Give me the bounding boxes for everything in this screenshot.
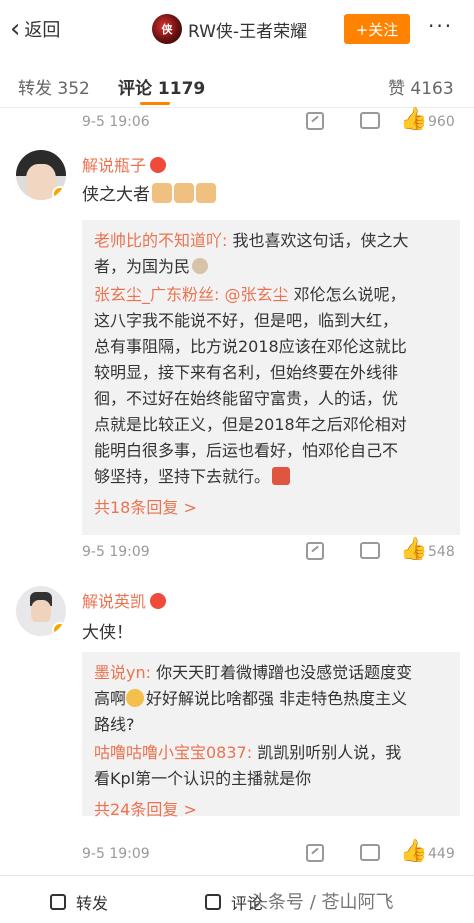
like-icon[interactable]: 👍 [400,108,427,132]
verified-badge-icon [52,186,66,200]
more-replies-link[interactable]: 共18条回复 > [94,494,448,518]
reply-text: 看Kpl第一个认识的主播就是你 [94,769,312,788]
reply-text: 邓伦怎么说呢， [293,285,406,304]
watermark: 头条号 / 苍山阿飞 [250,892,394,913]
back-button[interactable]: ‹ 返回 [10,14,60,44]
comment-author[interactable]: 解说瓶子 [82,152,167,176]
author-name: 解说英凯 [82,592,147,611]
comment-body: 侠之大者 [82,185,150,205]
tab-likes[interactable]: 赞 4163 [388,74,454,99]
back-label: 返回 [24,20,61,41]
comment-stats-row: 9-5 19:09 👍 548 [0,538,474,568]
reply-text: 我也喜欢这句话，侠之大 [232,231,409,250]
author-name: 解说瓶子 [82,156,147,175]
thumbs-up-icon [152,183,172,203]
repost-label: 转发 [76,894,109,913]
comment-date: 9-5 19:09 [82,846,150,862]
repost-button[interactable]: 转发 [50,890,108,914]
account-avatar[interactable]: 侠 [152,14,182,44]
tab-repost[interactable]: 转发 352 [18,74,90,99]
mention-link[interactable]: @张玄尘 [225,285,289,304]
reply-text: 高啊 [94,689,127,708]
comment-date: 9-5 19:09 [82,544,150,560]
comment-icon[interactable] [360,112,380,129]
follow-button[interactable]: +关注 [344,14,410,44]
comment-stats-row: 9-5 19:09 👍 449 [0,840,474,870]
share-icon[interactable] [306,844,324,862]
reply-item[interactable]: 张玄尘_广东粉丝: @张玄尘 邓伦怎么说呢， 这八字我不能说不好，但是吧，临到大… [94,282,448,490]
more-replies-link[interactable]: 共24条回复 > [94,796,448,820]
tab-comments[interactable]: 评论 1179 [118,74,205,99]
like-count: 960 [428,114,455,130]
avatar[interactable] [16,150,66,200]
reply-text: 凯凯别听别人说，我 [257,743,402,762]
avatar[interactable] [16,586,66,636]
thumbs-up-icon [196,183,216,203]
tab-bar: 转发 352 评论 1179 赞 4163 [0,60,474,108]
like-icon[interactable]: 👍 [400,538,427,562]
comment-text: 大侠！ [82,623,133,643]
avatar-face [31,600,51,624]
like-count: 449 [428,846,455,862]
comment-stats-row: 9-5 19:06 👍 960 [0,108,474,138]
comment-author[interactable]: 解说英凯 [82,588,167,612]
medal-icon [150,157,167,173]
share-icon[interactable] [306,112,324,130]
reply-text: 路线? [94,715,135,734]
reply-item[interactable]: 咕噜咕噜小宝宝0837: 凯凯别听别人说，我 看Kpl第一个认识的主播就是你 [94,740,448,792]
reply-text: 徊，不过好在始终能留守富贵，人的话，优 [94,389,399,408]
verified-badge-icon [52,622,66,636]
page-title: RW侠-王者荣耀 [188,22,308,42]
reply-box: 墨说yn: 你天天盯着微博蹭也没感觉话题度变 高啊 好好解说比啥都强 非走特色热度… [82,652,460,819]
reply-user[interactable]: 老帅比的不知道吖: [94,231,227,250]
comment-icon[interactable] [360,542,380,559]
comment-icon [205,894,221,910]
reply-text: 者，为国为民 [94,257,191,276]
chevron-left-icon: ‹ [10,14,21,44]
reply-text: 点就是比较正义，但是2018年之后邓伦相对 [94,415,407,434]
repost-icon [50,894,66,910]
comment-text: 侠之大者 [82,180,216,205]
reply-box: 老帅比的不知道吖: 我也喜欢这句话，侠之大 者，为国为民 张玄尘_广东粉丝: @… [82,220,460,535]
reply-user[interactable]: 张玄尘_广东粉丝: [94,285,219,304]
share-icon[interactable] [306,542,324,560]
account-avatar-text: 侠 [161,23,173,36]
reply-user[interactable]: 咕噜咕噜小宝宝0837: [94,743,252,762]
laugh-emoji-icon [272,467,291,485]
reply-text: 能明白很多事，后运也看好，怕邓伦自己不 [94,441,399,460]
reply-text: 较明显，接下来有名利，但始终要在外线徘 [94,363,399,382]
thumbs-up-icon [174,183,194,203]
like-count: 548 [428,544,455,560]
reply-item[interactable]: 墨说yn: 你天天盯着微博蹭也没感觉话题度变 高啊 好好解说比啥都强 非走特色热度… [94,660,448,738]
bottom-action-bar: 转发 评论 头条号 / 苍山阿飞 [0,875,474,923]
comment-icon[interactable] [360,844,380,861]
hand-emoji-icon [192,258,209,274]
more-options-icon[interactable]: ··· [428,14,453,38]
crying-emoji-icon [126,689,145,707]
medal-icon [150,593,167,609]
reply-text: 总有事阻隔，比方说2018应该在邓伦这就比 [94,337,407,356]
reply-text: 你天天盯着微博蹭也没感觉话题度变 [156,663,413,682]
reply-item[interactable]: 老帅比的不知道吖: 我也喜欢这句话，侠之大 者，为国为民 [94,228,448,280]
top-nav-bar: ‹ 返回 侠 RW侠-王者荣耀 +关注 ··· [0,0,474,60]
reply-user[interactable]: 墨说yn: [94,663,151,682]
like-icon[interactable]: 👍 [400,840,427,864]
reply-text: 这八字我不能说不好，但是吧，临到大红， [94,311,399,330]
comment-date: 9-5 19:06 [82,114,150,130]
reply-text: 够坚持，坚持下去就行。 [94,467,271,486]
reply-text: 好好解说比啥都强 非走特色热度主义 [146,689,408,708]
active-tab-indicator [140,102,170,105]
